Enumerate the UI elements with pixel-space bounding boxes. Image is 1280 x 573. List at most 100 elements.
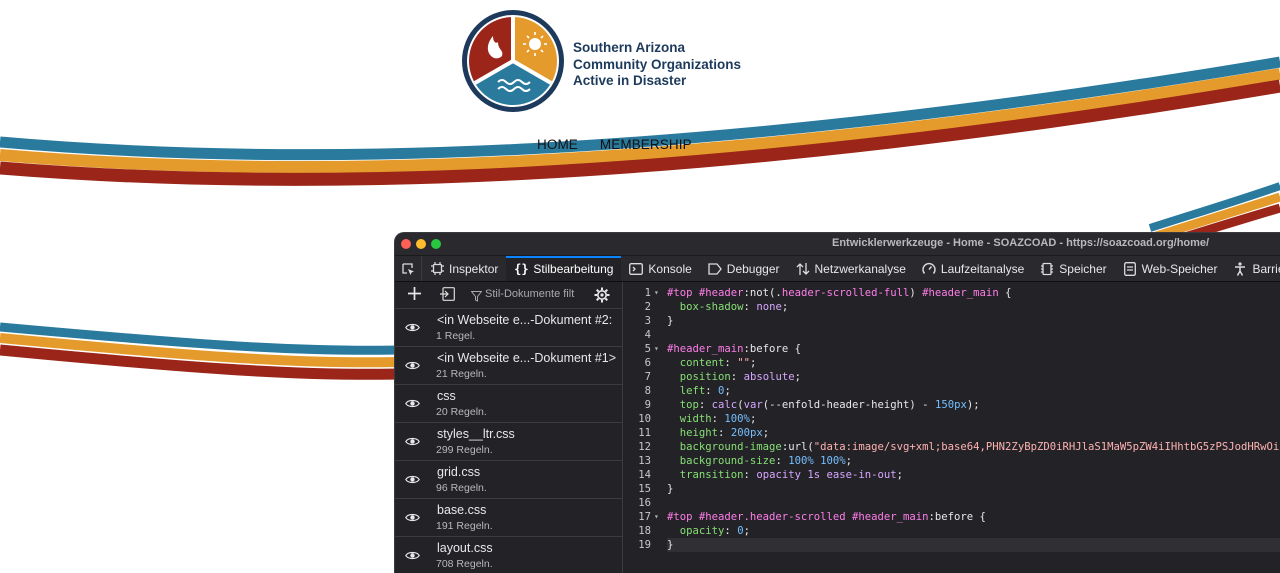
settings-button[interactable] (594, 287, 610, 308)
soazcoad-emblem-icon (462, 10, 564, 112)
code-token: ; (724, 385, 731, 397)
devtools-window: Entwicklerwerkzeuge - Home - SOAZCOAD - … (395, 233, 1280, 573)
code-line[interactable]: 17 ▾ #top #header.header-scrolled #header_… (638, 510, 1280, 524)
code-token: content (679, 357, 725, 369)
stylesheet-item[interactable]: <in Webseite e...-Dokument #2: 1 Regel. (395, 309, 622, 347)
inspector-icon (430, 262, 444, 276)
debugger-icon (708, 262, 722, 276)
eye-icon[interactable] (405, 398, 420, 409)
code-line[interactable]: 8 left: 0; (645, 384, 1280, 398)
code-line[interactable]: 5 ▾ #header_main:before { (645, 342, 1280, 356)
code-line[interactable]: 15} (638, 482, 1280, 496)
css-code-editor[interactable]: 1 ▾ #top #header:not(.header-scrolled-full… (623, 282, 1280, 573)
braces-icon: {} (514, 261, 529, 276)
code-line[interactable]: 11 height: 200px; (638, 426, 1280, 440)
stylesheet-item[interactable]: styles__ltr.css 299 Regeln. (395, 423, 622, 461)
tab-storage[interactable]: Web-Speicher (1115, 256, 1226, 281)
tab-inspector[interactable]: Inspektor (422, 256, 506, 281)
code-line[interactable]: 18 opacity: 0; (638, 524, 1280, 538)
eye-icon[interactable] (405, 474, 420, 485)
line-number: 1 (644, 287, 651, 299)
stylesheet-item[interactable]: layout.css 708 Regeln. (395, 537, 622, 573)
code-line[interactable]: 6 content: ""; (645, 356, 1280, 370)
line-number: 2 (644, 301, 651, 313)
filter-stylesheets-input[interactable]: Stil-Dokumente filt (485, 288, 574, 300)
new-stylesheet-button[interactable] (407, 286, 422, 306)
code-token: "data:image/svg+xml;base64,PHN2ZyBpZD0iR… (813, 441, 1280, 453)
code-token: : (724, 525, 738, 537)
tab-accessibility[interactable]: Barrie (1225, 256, 1280, 281)
org-name: Southern Arizona Community Organizations… (573, 40, 741, 90)
code-token: ; (743, 525, 750, 537)
code-line[interactable]: 14 transition: opacity 1s ease-in-out; (638, 468, 1280, 482)
stylesheet-item[interactable]: base.css 191 Regeln. (395, 499, 622, 537)
line-number: 6 (644, 357, 651, 369)
import-stylesheet-button[interactable] (440, 287, 455, 306)
code-line[interactable]: 7 position: absolute; (645, 370, 1280, 384)
eye-icon[interactable] (405, 550, 420, 561)
nav-membership-link[interactable]: MEMBERSHIP (600, 137, 692, 152)
tab-console[interactable]: Konsole (621, 256, 699, 281)
code-line[interactable]: 13 background-size: 100% 100%; (638, 454, 1280, 468)
code-line[interactable]: 2 box-shadow: none; (645, 300, 1280, 314)
line-number: 13 (638, 455, 651, 467)
code-token: ; (845, 455, 852, 467)
accessibility-icon (1233, 261, 1247, 276)
devtools-titlebar[interactable]: Entwicklerwerkzeuge - Home - SOAZCOAD - … (395, 233, 1280, 256)
tab-memory[interactable]: Speicher (1032, 256, 1114, 281)
eye-icon[interactable] (405, 322, 420, 333)
code-content[interactable]: 1 ▾ #top #header:not(.header-scrolled-full… (638, 286, 1280, 552)
code-token: header-scrolled-full (781, 287, 910, 299)
fold-arrow-icon[interactable]: ▾ (654, 510, 659, 524)
code-token: } (667, 483, 674, 495)
code-line[interactable]: 19} (638, 538, 1280, 552)
stylesheet-list-panel: Stil-Dokumente filt <in Webseite e...-Do… (395, 282, 623, 573)
code-token: :before { (743, 343, 801, 355)
code-token: width (679, 413, 712, 425)
tab-network-label: Netzwerkanalyse (814, 261, 906, 276)
code-token: ; (749, 413, 757, 425)
code-line[interactable]: 16 (638, 496, 1280, 510)
code-token: left (679, 385, 706, 397)
code-token: #top #header (667, 287, 744, 299)
gear-icon (594, 287, 610, 303)
stylesheet-rule-count: 191 Regeln. (436, 520, 493, 532)
line-number: 9 (644, 399, 651, 411)
code-line[interactable]: 9 top: calc(var(--enfold-header-height) … (645, 398, 1280, 412)
stylesheet-item[interactable]: grid.css 96 Regeln. (395, 461, 622, 499)
tab-performance[interactable]: Laufzeitanalyse (914, 256, 1032, 281)
element-picker-button[interactable] (395, 256, 422, 281)
tab-debugger[interactable]: Debugger (700, 256, 788, 281)
nav-home-link[interactable]: HOME (537, 137, 578, 152)
code-token: opacity 1s ease-in-out (756, 469, 897, 481)
tab-debugger-label: Debugger (726, 261, 780, 276)
line-number: 15 (638, 483, 651, 495)
line-number: 12 (638, 441, 651, 453)
code-line[interactable]: 10 width: 100%; (638, 412, 1280, 426)
stylesheet-item[interactable]: <in Webseite e...-Dokument #1> 21 Regeln… (395, 347, 622, 385)
eye-icon[interactable] (405, 436, 420, 447)
line-number: 3 (644, 315, 651, 327)
code-token: background-image (679, 441, 782, 453)
code-token: "" (737, 357, 750, 369)
code-line[interactable]: 3} (645, 314, 1280, 328)
fold-arrow-icon[interactable]: ▾ (654, 342, 659, 356)
eye-icon[interactable] (405, 360, 420, 371)
tab-network[interactable]: Netzwerkanalyse (788, 256, 914, 281)
minimize-window-button[interactable] (416, 239, 426, 249)
stylesheet-item[interactable]: css 20 Regeln. (395, 385, 622, 423)
zoom-window-button[interactable] (431, 239, 441, 249)
code-token: ); (966, 399, 980, 411)
code-token: :before { (928, 511, 986, 523)
code-line[interactable]: 4 (645, 328, 1280, 342)
code-line[interactable]: 1 ▾ #top #header:not(.header-scrolled-full… (645, 286, 1280, 300)
site-logo[interactable]: Southern Arizona Community Organizations… (460, 8, 770, 114)
code-line[interactable]: 12 background-image:url("data:image/svg+… (638, 440, 1280, 454)
code-token: ; (749, 357, 757, 369)
close-window-button[interactable] (401, 239, 411, 249)
tab-style-editor[interactable]: {} Stilbearbeitung (506, 256, 622, 281)
eye-icon[interactable] (405, 512, 420, 523)
fold-arrow-icon[interactable]: ▾ (654, 286, 659, 300)
